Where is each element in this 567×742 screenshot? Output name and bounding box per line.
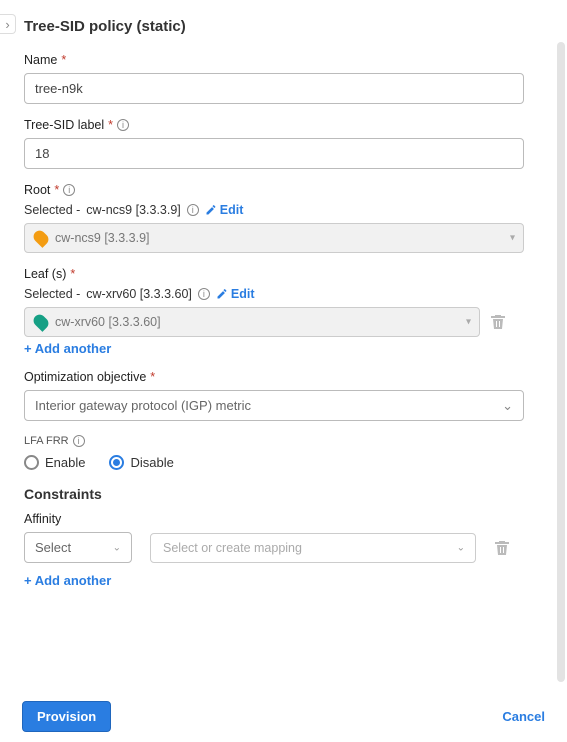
- lfa-enable-radio[interactable]: Enable: [24, 455, 85, 470]
- page-title: Tree-SID policy (static): [24, 18, 543, 35]
- required-indicator: *: [108, 118, 113, 132]
- trash-icon[interactable]: [494, 540, 510, 556]
- chevron-down-icon: ▾: [510, 233, 515, 244]
- location-marker-icon: [31, 312, 51, 332]
- constraints-heading: Constraints: [24, 486, 543, 502]
- required-indicator: *: [54, 183, 59, 197]
- leaf-selected-text: Selected - cw-xrv60 [3.3.3.60] i Edit: [24, 287, 543, 301]
- root-edit-link[interactable]: Edit: [205, 203, 244, 217]
- leaf-select[interactable]: cw-xrv60 [3.3.3.60] ▾: [24, 307, 480, 337]
- scrollbar[interactable]: [557, 42, 565, 682]
- lfa-disable-radio[interactable]: Disable: [109, 455, 173, 470]
- info-icon[interactable]: i: [198, 288, 210, 300]
- chevron-down-icon: ⌄: [457, 542, 465, 553]
- treesid-label-field: Tree-SID label * i: [24, 118, 543, 169]
- pencil-icon: [205, 204, 217, 216]
- optimization-select[interactable]: Interior gateway protocol (IGP) metric ⌄: [24, 390, 524, 421]
- radio-icon: [24, 455, 39, 470]
- affinity-mapping-select[interactable]: Select or create mapping ⌄: [150, 533, 476, 563]
- radio-icon: [109, 455, 124, 470]
- info-icon[interactable]: i: [117, 119, 129, 131]
- leaf-edit-link[interactable]: Edit: [216, 287, 255, 301]
- lfa-label: LFA FRR i: [24, 435, 543, 447]
- lfa-field: LFA FRR i Enable Disable: [24, 435, 543, 470]
- footer: Provision Cancel: [0, 691, 567, 742]
- root-select[interactable]: cw-ncs9 [3.3.3.9] ▾: [24, 223, 524, 253]
- required-indicator: *: [70, 267, 75, 281]
- affinity-type-select[interactable]: Select ⌄: [24, 532, 132, 563]
- leaf-add-another[interactable]: + Add another: [24, 341, 111, 356]
- name-field: Name *: [24, 53, 543, 104]
- form-panel: Tree-SID policy (static) Name * Tree-SID…: [0, 0, 567, 700]
- chevron-down-icon: ▾: [466, 317, 471, 328]
- required-indicator: *: [150, 370, 155, 384]
- cancel-button[interactable]: Cancel: [502, 709, 545, 724]
- affinity-field: Affinity Select ⌄ Select or create mappi…: [24, 512, 543, 588]
- leaf-field: Leaf (s) * Selected - cw-xrv60 [3.3.3.60…: [24, 267, 543, 356]
- info-icon[interactable]: i: [73, 435, 85, 447]
- chevron-down-icon: ⌄: [113, 542, 121, 553]
- affinity-add-another[interactable]: + Add another: [24, 573, 111, 588]
- treesid-label-input[interactable]: [24, 138, 524, 169]
- info-icon[interactable]: i: [187, 204, 199, 216]
- leaf-label: Leaf (s) *: [24, 267, 543, 281]
- provision-button[interactable]: Provision: [22, 701, 111, 732]
- affinity-label: Affinity: [24, 512, 543, 526]
- root-selected-text: Selected - cw-ncs9 [3.3.3.9] i Edit: [24, 203, 543, 217]
- chevron-down-icon: ⌄: [502, 398, 513, 414]
- name-label: Name *: [24, 53, 543, 67]
- pencil-icon: [216, 288, 228, 300]
- treesid-label-label: Tree-SID label * i: [24, 118, 543, 132]
- root-label: Root * i: [24, 183, 543, 197]
- trash-icon[interactable]: [490, 314, 506, 330]
- optimization-label: Optimization objective *: [24, 370, 543, 384]
- optimization-field: Optimization objective * Interior gatewa…: [24, 370, 543, 421]
- root-field: Root * i Selected - cw-ncs9 [3.3.3.9] i …: [24, 183, 543, 253]
- name-input[interactable]: [24, 73, 524, 104]
- info-icon[interactable]: i: [63, 184, 75, 196]
- required-indicator: *: [61, 53, 66, 67]
- location-marker-icon: [31, 228, 51, 248]
